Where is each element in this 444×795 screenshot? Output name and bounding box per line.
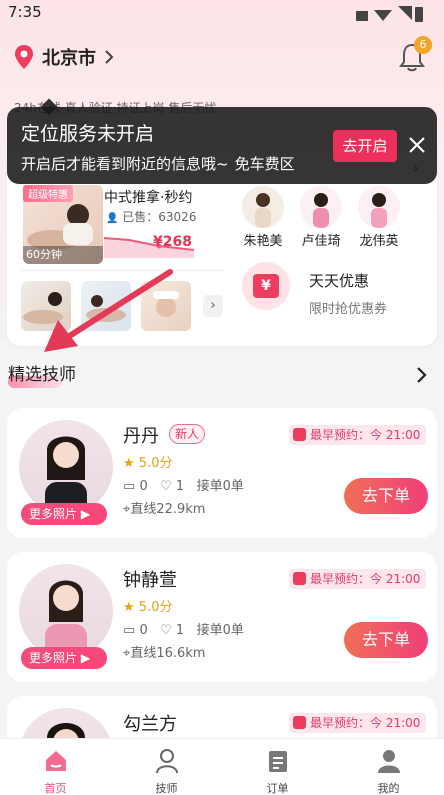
thumbnails-more-button[interactable]: › [203,295,223,317]
section-title: 精选技师 [8,365,76,385]
promo-duration: 60分钟 [23,246,103,264]
battery-icon [415,7,423,22]
avatar [242,186,284,228]
technician-name: 勾兰方 [123,714,177,735]
earliest-booking: 最早预约：今 21:00 [289,425,427,445]
technician-stats: ▭ 0 ♡ 1 接单0单 [123,479,244,494]
signal-icon [356,11,368,21]
profile-icon [377,750,400,773]
status-bar: 7:35 [0,0,444,28]
tab-label: 我的 [377,782,400,795]
city-name: 北京市 [42,48,96,69]
tab-label: 订单 [266,782,289,795]
tab-profile[interactable]: 我的 [333,739,444,795]
status-time: 7:35 [8,3,42,21]
promo-sold-count: 👤 已售：63026 [106,210,197,224]
rating: ★ 5.0分 [123,600,173,615]
technician-stats: ▭ 0 ♡ 1 接单0单 [123,623,244,638]
technician-name: 钟静萱 [123,570,177,591]
annotation-arrow [44,269,173,352]
bottom-tab-bar: 首页 技师 订单 我的 [0,738,444,795]
distance: ⌖直线16.6km [123,646,206,661]
daily-deal-title[interactable]: 天天优惠 [309,270,369,291]
more-photos-button[interactable]: 更多照片 ▶ [21,503,107,525]
toast-title: 定位服务未开启 [21,123,155,145]
featured-tech-1[interactable]: 朱艳美 [235,186,291,249]
promo-price: ¥268 [153,234,192,250]
location-pin-icon [15,45,33,69]
promo-title: 中式推拿·秒约 [104,190,193,206]
technician-card[interactable]: 更多照片 ▶ 钟静萱 最早预约：今 21:00 ★ 5.0分 ▭ 0 ♡ 1 接… [7,552,437,682]
tab-label: 技师 [155,782,178,795]
toast-message: 开启后才能看到附近的信息哦~ 免车费区 [21,155,295,173]
chevron-right-icon[interactable] [416,366,428,384]
promo-badge: 超级特惠 [23,185,73,202]
location-toast: 定位服务未开启 开启后才能看到附近的信息哦~ 免车费区 去开启 [7,98,437,184]
notification-bell[interactable]: 6 [398,36,432,72]
technician-name: 丹丹 [123,426,159,447]
heart-icon: ♡ [160,623,172,638]
distance: ⌖直线22.9km [123,502,206,517]
heart-icon: ♡ [160,479,172,494]
earliest-booking: 最早预约：今 21:00 [289,569,427,589]
wifi-icon [374,10,392,21]
featured-tech-name: 龙伟英 [359,234,399,249]
technician-photo[interactable] [19,564,113,658]
coupon-icon: ¥ [253,274,279,298]
home-icon [45,751,66,771]
daily-deal-icon-wrap[interactable]: ¥ [242,262,290,310]
earliest-booking: 最早预约：今 21:00 [289,713,427,733]
featured-tech-name: 朱艳美 [243,234,283,249]
comment-icon: ▭ [123,479,136,494]
lightning-icon [293,572,306,585]
daily-deal-subtitle: 限时抢优惠券 [309,302,388,317]
featured-tech-2[interactable]: 卢佳琦 [293,186,349,249]
tab-technician[interactable]: 技师 [111,739,222,795]
lightning-icon [293,716,306,729]
tab-label: 首页 [44,782,67,795]
avatar [358,186,400,228]
place-order-button[interactable]: 去下单 [344,622,428,658]
notification-badge: 6 [414,36,432,54]
rating: ★ 5.0分 [123,456,173,471]
avatar [300,186,342,228]
close-icon[interactable] [407,135,427,155]
order-icon [268,751,287,772]
technician-icon [155,749,178,774]
place-order-button[interactable]: 去下单 [344,478,428,514]
technician-photo[interactable] [19,420,113,514]
chevron-right-icon [105,50,114,64]
tab-orders[interactable]: 订单 [222,739,333,795]
city-selector[interactable]: 北京市 [14,40,114,74]
comment-icon: ▭ [123,623,136,638]
featured-tech-3[interactable]: 龙伟英 [351,186,407,249]
user-icon: 👤 [106,213,119,224]
featured-tech-name: 卢佳琦 [301,234,341,249]
technician-card[interactable]: 更多照片 ▶ 丹丹 新人 最早预约：今 21:00 ★ 5.0分 ▭ 0 ♡ 1… [7,408,437,538]
status-icons [356,6,423,22]
more-photos-button[interactable]: 更多照片 ▶ [21,647,107,669]
enable-location-button[interactable]: 去开启 [333,130,397,162]
new-badge: 新人 [169,424,206,444]
cell-icon [398,6,412,20]
tab-home[interactable]: 首页 [0,739,111,795]
lightning-icon [293,428,306,441]
